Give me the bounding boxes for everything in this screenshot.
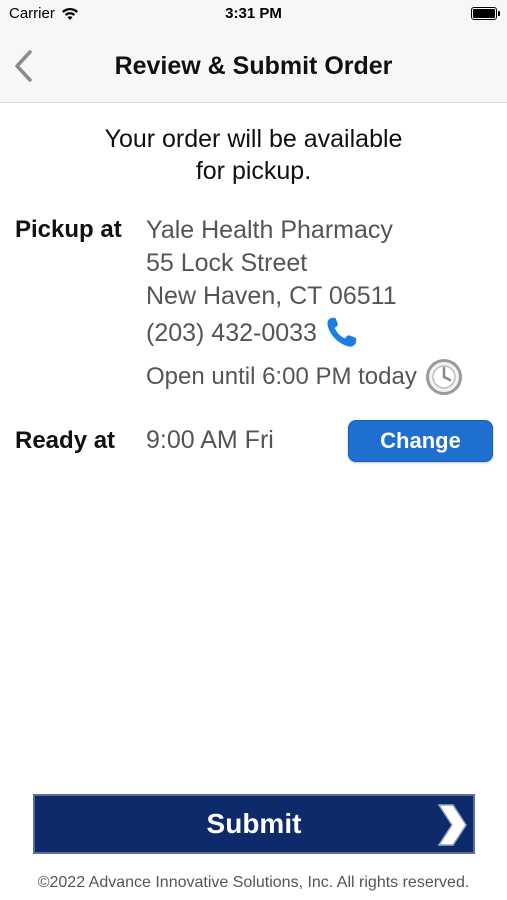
copyright-footer: ©2022 Advance Innovative Solutions, Inc.… (37, 874, 470, 891)
page-title: Review & Submit Order (114, 52, 393, 80)
submit-button[interactable]: Submit (33, 794, 475, 854)
ready-label: Ready at (15, 427, 116, 454)
pharmacy-street: 55 Lock Street (146, 249, 308, 277)
submit-label: Submit (206, 808, 302, 839)
pharmacy-phone[interactable]: (203) 432-0033 (146, 319, 317, 348)
pharmacy-city: New Haven, CT 06511 (146, 282, 397, 310)
pharmacy-hours-row[interactable]: Open until 6:00 PM today (146, 358, 463, 396)
change-button[interactable]: Change (348, 420, 493, 462)
battery-icon (471, 7, 500, 20)
pickup-label: Pickup at (15, 216, 122, 243)
intro-line-1: Your order will be available (104, 125, 403, 153)
chevron-right-icon (437, 804, 467, 846)
status-bar: Carrier 3:31 PM (0, 0, 507, 28)
status-time: 3:31 PM (225, 5, 282, 22)
pharmacy-name: Yale Health Pharmacy (146, 216, 393, 244)
intro-line-2: for pickup. (195, 157, 312, 185)
pharmacy-hours: Open until 6:00 PM today (146, 363, 417, 390)
battery-fill (473, 9, 495, 18)
phone-icon[interactable] (323, 315, 361, 351)
pharmacy-phone-row[interactable]: (203) 432-0033 (146, 315, 361, 351)
pickup-availability-message: Your order will be available for pickup. (40, 123, 467, 187)
clock-icon[interactable] (425, 358, 463, 396)
navigation-bar: Review & Submit Order (0, 28, 507, 103)
ready-time: 9:00 AM Fri (146, 426, 274, 454)
